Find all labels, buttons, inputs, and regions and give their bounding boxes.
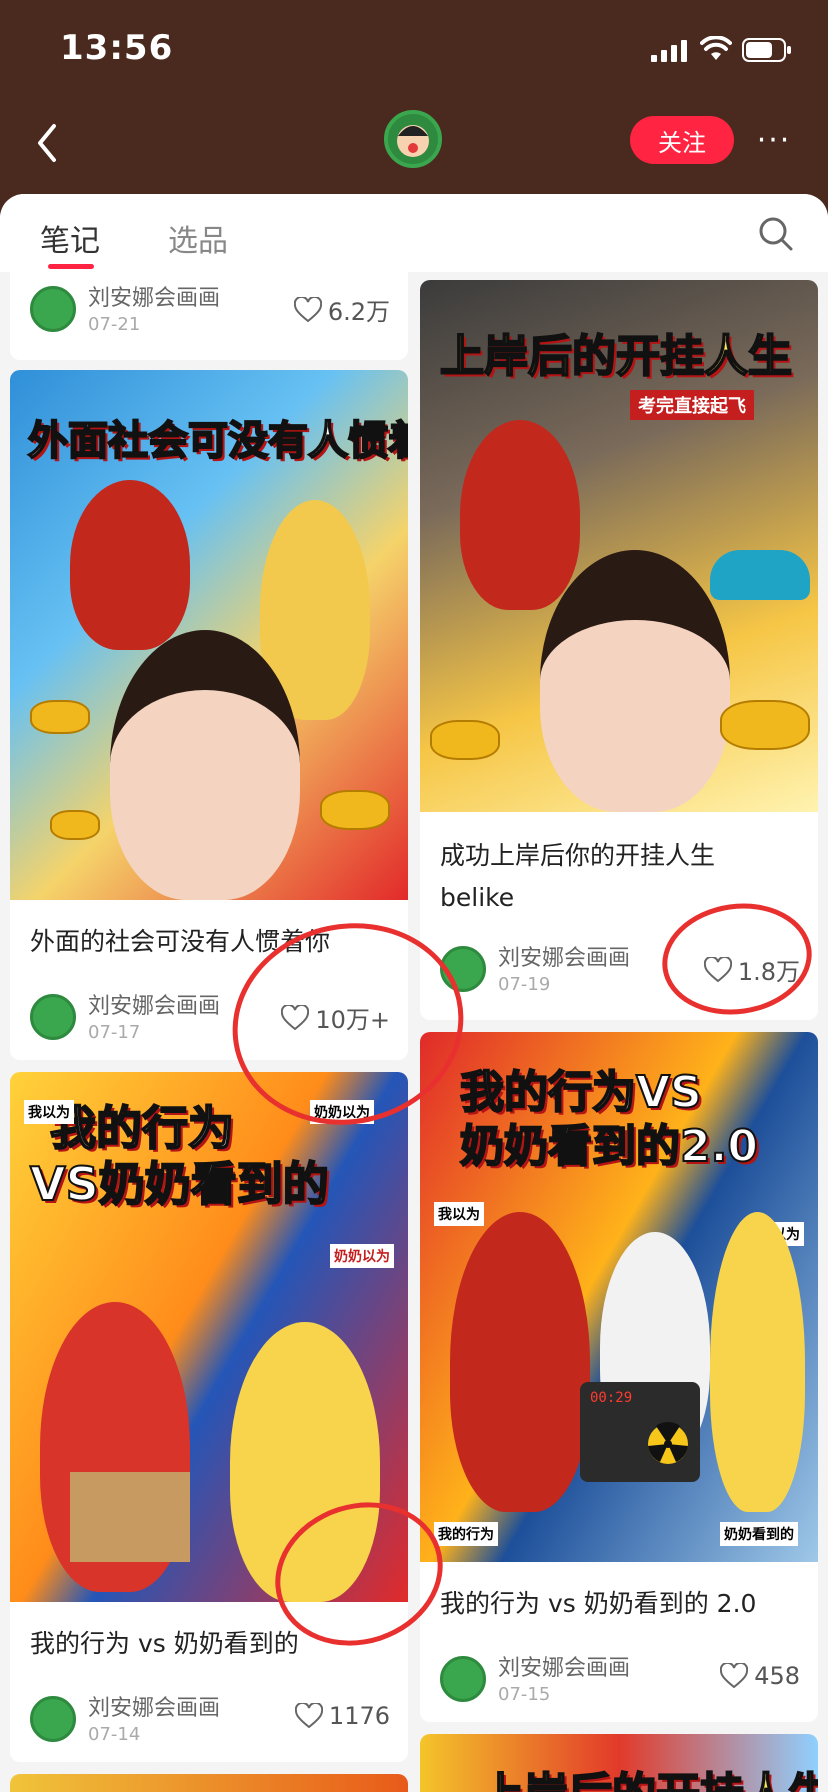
like-count: 6.2万 [327,298,390,326]
god-of-wealth-figure [70,480,190,650]
note-cover-image[interactable]: 上岸后的开挂人生 [420,1734,818,1792]
cover-tag: 我以为 [434,1202,484,1226]
note-card[interactable]: 我的行为VS 奶奶看到的2.0 我以为 奶奶以为 我的行为 奶奶看到的 00:2… [420,1032,818,1722]
cardboard-box [70,1472,190,1562]
author-avatar[interactable] [30,994,76,1040]
grandma-figure [710,1212,805,1512]
cover-tag: 奶奶看到的 [720,1522,798,1546]
author-avatar[interactable] [30,286,76,332]
profile-header: 关注 ··· [0,100,828,196]
note-card[interactable]: 我的行为 VS奶奶看到的 我以为 奶奶以为 奶奶以为 我的行为 vs 奶奶看到的… [10,1072,408,1762]
girl-figure [110,630,300,900]
cover-headline-line2: 奶奶看到的2.0 [459,1120,759,1173]
cover-subheadline: 考完直接起飞 [630,390,754,420]
note-date: 07-19 [498,974,551,995]
like-button[interactable]: 458 [720,1662,800,1690]
cover-headline: 上岸后的开挂人生 [439,330,793,383]
like-button[interactable]: 6.2万 [293,292,390,327]
gold-ingot [720,700,810,750]
follow-button[interactable]: 关注 [630,116,734,164]
heart-icon [293,296,322,322]
note-title[interactable]: 我的行为 vs 奶奶看到的 2.0 [440,1584,756,1624]
note-title[interactable]: 成功上岸后你的开挂人生 [440,836,715,876]
note-date: 07-14 [88,1724,141,1745]
back-arrow-icon[interactable] [28,118,68,168]
radioactive-case: 00:29 [580,1382,700,1482]
heart-icon [294,1703,323,1729]
cover-headline: 外面社会可没有人惯着你 [27,417,408,465]
girl-empress-figure [450,1212,590,1512]
like-count: 458 [754,1662,800,1690]
status-bar: 13:56 [0,0,828,100]
battery-icon [742,38,791,62]
note-cover-image[interactable]: 上岸后的开挂人生 考完直接起飞 [420,280,818,812]
author-name[interactable]: 刘安娜会画画 [498,1650,630,1682]
cover-tag: 我的行为 [434,1522,498,1546]
author-name[interactable]: 刘安娜会画画 [88,280,220,312]
tab-products[interactable]: 选品 [168,216,228,260]
note-card[interactable] [10,1774,408,1792]
gold-ingot [50,810,100,840]
god-of-wealth-figure [460,420,580,610]
timer-display: 00:29 [590,1390,633,1406]
content-panel: 笔记 选品 刘安娜会画画 07-21 6.2万 外面社会可没有人惯着你 [0,194,828,1792]
like-count: 1176 [328,1702,390,1730]
tab-notes[interactable]: 笔记 [40,216,100,260]
active-tab-indicator [48,264,94,269]
gold-ingot [430,720,500,760]
cover-tag: 奶奶以为 [330,1244,394,1268]
like-button[interactable]: 1176 [294,1702,390,1730]
more-options-button[interactable]: ··· [752,122,796,158]
note-cover-image[interactable]: 外面社会可没有人惯着你 [10,370,408,900]
author-name[interactable]: 刘安娜会画画 [88,1690,220,1722]
wifi-icon [700,36,732,60]
note-date: 07-15 [498,1684,551,1705]
cellular-signal-icon [651,40,687,62]
gold-ingot [30,700,90,734]
cover-tag: 我以为 [24,1100,74,1124]
note-title-line2[interactable]: belike [440,878,514,918]
note-title[interactable]: 我的行为 vs 奶奶看到的 [30,1624,299,1664]
radiation-icon [648,1422,688,1464]
author-name[interactable]: 刘安娜会画画 [498,940,630,972]
author-avatar[interactable] [440,1656,486,1702]
cover-headline: 上岸后的开挂人生 [479,1758,818,1792]
note-card[interactable]: 上岸后的开挂人生 [420,1734,818,1792]
author-avatar[interactable] [30,1696,76,1742]
sports-car [710,550,810,600]
cover-headline-line2: VS奶奶看到的 [29,1156,330,1212]
profile-avatar[interactable] [384,110,442,168]
note-date: 07-21 [88,314,141,335]
note-date: 07-17 [88,1022,141,1043]
tab-bar: 笔记 选品 [0,194,828,272]
girl-figure [540,550,730,812]
note-cover-image[interactable] [10,1774,408,1792]
gold-ingot [320,790,390,830]
status-time: 13:56 [60,28,174,68]
author-name[interactable]: 刘安娜会画画 [88,988,220,1020]
search-icon[interactable] [758,216,794,252]
note-cover-image[interactable]: 我的行为VS 奶奶看到的2.0 我以为 奶奶以为 我的行为 奶奶看到的 00:2… [420,1032,818,1562]
heart-icon [720,1663,749,1689]
note-card[interactable]: 刘安娜会画画 07-21 6.2万 [10,272,408,360]
